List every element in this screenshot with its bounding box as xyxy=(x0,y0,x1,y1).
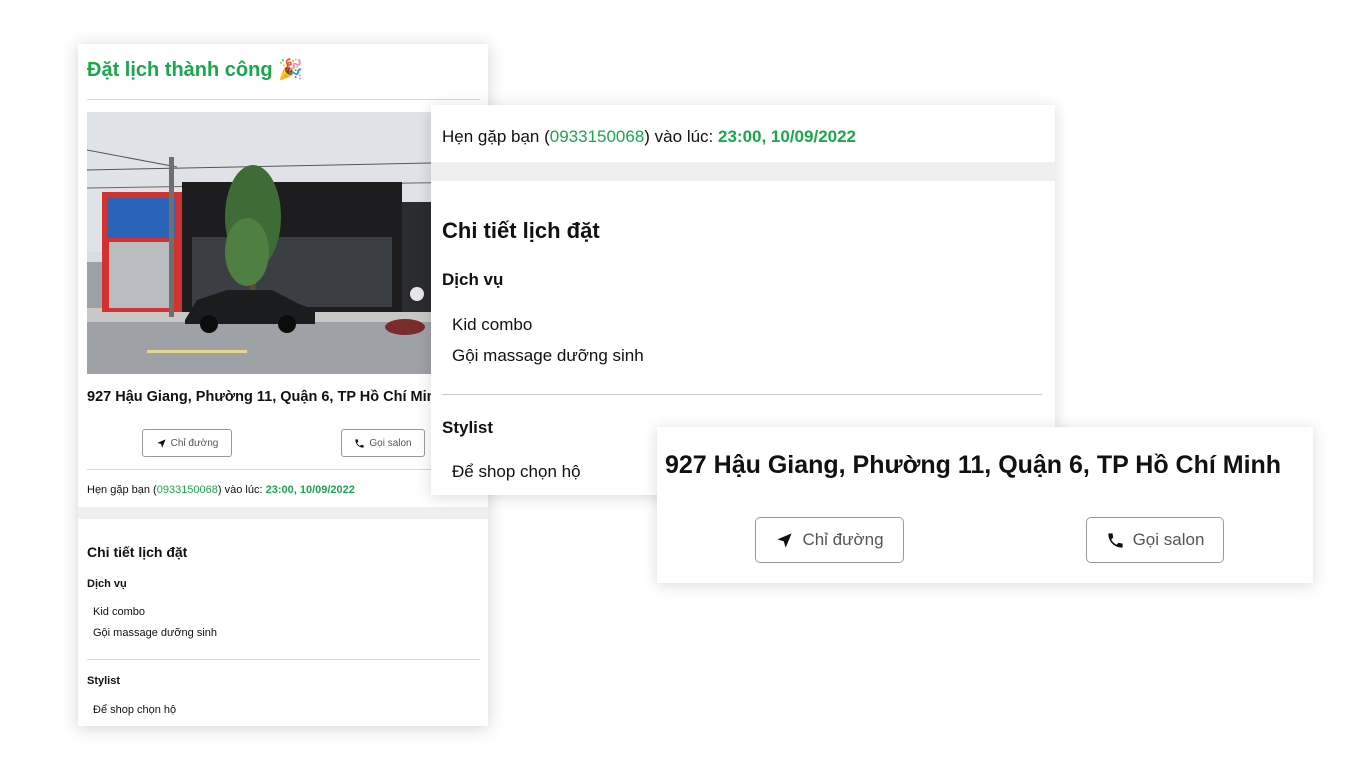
call-salon-button-label: Gọi salon xyxy=(1132,530,1205,549)
canvas: Đặt lịch thành công 🎉 927 Hậu Giang, Phư… xyxy=(0,0,1366,768)
details-heading: Chi tiết lịch đặt xyxy=(87,544,188,560)
stylist-value: Để shop chọn hộ xyxy=(452,462,581,481)
directions-button[interactable]: Chỉ đường xyxy=(142,429,232,457)
customer-phone: 0933150068 xyxy=(549,127,645,146)
service-item: Kid combo xyxy=(452,315,533,334)
service-item: Gội massage dưỡng sinh xyxy=(452,346,644,365)
stylist-heading: Stylist xyxy=(87,675,121,687)
call-salon-button[interactable]: Gọi salon xyxy=(1086,517,1224,563)
service-item: Kid combo xyxy=(93,606,145,618)
section-separator xyxy=(78,507,488,519)
appointment-info: Hẹn gặp bạn (0933150068) vào lúc: 23:00,… xyxy=(442,127,856,147)
appointment-middle: ) vào lúc: xyxy=(644,127,718,146)
appointment-middle: ) vào lúc: xyxy=(217,484,266,496)
appointment-datetime: 23:00, 10/09/2022 xyxy=(718,127,857,146)
call-salon-button-label: Gọi salon xyxy=(369,437,412,449)
divider xyxy=(442,394,1042,395)
salon-photo-illustration xyxy=(87,112,479,374)
directions-button-label: Chỉ đường xyxy=(802,530,884,549)
directions-button[interactable]: Chỉ đường xyxy=(755,517,904,563)
directions-button-label: Chỉ đường xyxy=(170,437,219,449)
navigation-arrow-icon xyxy=(777,532,793,548)
services-heading: Dịch vụ xyxy=(87,578,127,590)
salon-photo xyxy=(87,112,479,374)
phone-icon xyxy=(1107,532,1123,548)
section-separator xyxy=(431,162,1055,181)
booking-success-screen: Đặt lịch thành công 🎉 927 Hậu Giang, Phư… xyxy=(78,44,488,726)
page-title: Đặt lịch thành công 🎉 xyxy=(87,57,303,82)
stylist-value: Để shop chọn hộ xyxy=(93,704,177,716)
page-title-text: Đặt lịch thành công xyxy=(87,59,273,81)
address-zoom: 927 Hậu Giang, Phường 11, Quận 6, TP Hồ … xyxy=(657,427,1313,583)
party-icon: 🎉 xyxy=(278,59,304,81)
appointment-info: Hẹn gặp bạn (0933150068) vào lúc: 23:00,… xyxy=(87,484,355,496)
divider xyxy=(87,659,480,660)
service-item: Gội massage dưỡng sinh xyxy=(93,627,218,639)
salon-address: 927 Hậu Giang, Phường 11, Quận 6, TP Hồ … xyxy=(87,389,445,405)
stylist-heading: Stylist xyxy=(442,418,494,437)
appointment-prefix: Hẹn gặp bạn ( xyxy=(442,127,550,146)
call-salon-button[interactable]: Gọi salon xyxy=(341,429,425,457)
phone-icon xyxy=(355,438,364,448)
customer-phone: 0933150068 xyxy=(156,484,218,496)
divider xyxy=(87,469,480,470)
appointment-datetime: 23:00, 10/09/2022 xyxy=(265,484,355,496)
appointment-prefix: Hẹn gặp bạn ( xyxy=(87,484,157,496)
details-heading: Chi tiết lịch đặt xyxy=(442,218,600,243)
salon-address: 927 Hậu Giang, Phường 11, Quận 6, TP Hồ … xyxy=(665,451,1282,479)
navigation-arrow-icon xyxy=(157,438,166,448)
services-heading: Dịch vụ xyxy=(442,270,504,289)
divider xyxy=(87,99,480,100)
